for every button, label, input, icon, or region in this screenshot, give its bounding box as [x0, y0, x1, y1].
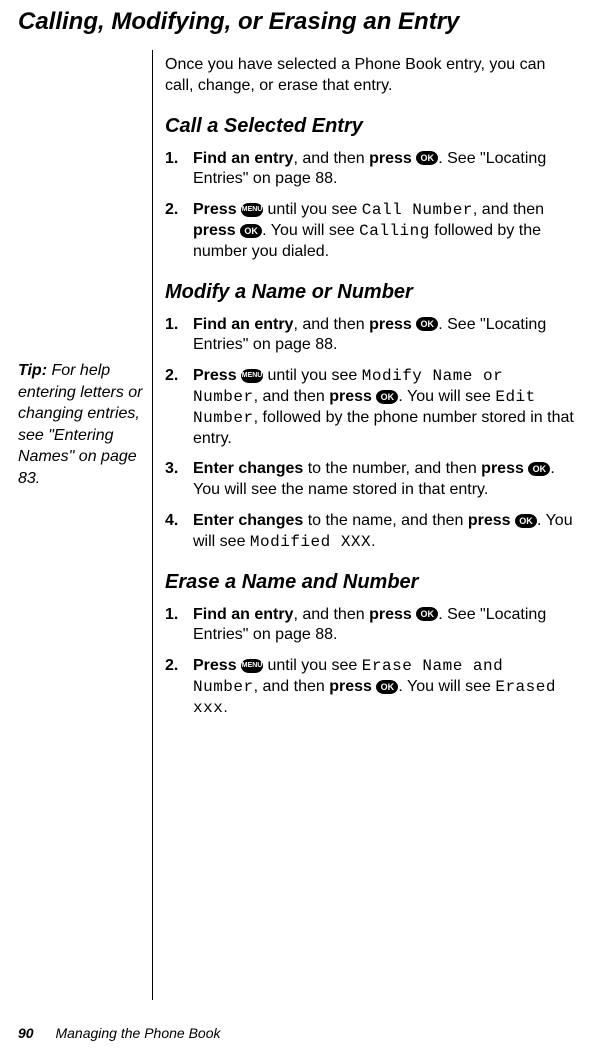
sections-container: Call a Selected EntryFind an entry, and … — [165, 113, 576, 719]
bold-text: press — [329, 678, 372, 695]
text-run: , and then — [293, 150, 369, 167]
text-run: , and then — [254, 678, 330, 695]
bold-text: Find an entry — [193, 150, 293, 167]
text-run: , and then — [293, 606, 369, 623]
bold-text: press — [468, 512, 511, 529]
chapter-name: Managing the Phone Book — [55, 1025, 220, 1041]
tip-text: For help entering letters or changing en… — [18, 362, 143, 487]
text-run: to the number, and then — [303, 460, 481, 477]
lcd-text: Calling — [359, 222, 430, 240]
text-run: , and then — [473, 201, 544, 218]
step-item: Enter changes to the name, and then pres… — [165, 511, 576, 553]
text-run: until you see — [263, 201, 362, 218]
page-number: 90 — [18, 1025, 34, 1041]
page-footer: 90 Managing the Phone Book — [18, 1025, 220, 1041]
ok-button-icon: OK — [528, 462, 550, 476]
section-heading: Erase a Name and Number — [165, 569, 576, 595]
text-run: . You will see — [398, 678, 495, 695]
bold-text: press — [329, 388, 372, 405]
section-heading: Call a Selected Entry — [165, 113, 576, 139]
menu-button-icon: MENU — [241, 659, 263, 673]
lcd-text: Modified XXX — [250, 533, 371, 551]
bold-text: Enter changes — [193, 512, 303, 529]
step-item: Press MENU until you see Erase Name and … — [165, 656, 576, 718]
text-run: . You will see — [262, 222, 359, 239]
steps-list: Find an entry, and then press OK. See "L… — [165, 605, 576, 719]
ok-button-icon: OK — [376, 680, 398, 694]
bold-text: press — [369, 606, 412, 623]
menu-button-icon: MENU — [241, 203, 263, 217]
menu-button-icon: MENU — [241, 369, 263, 383]
tip-label: Tip: — [18, 362, 47, 379]
step-item: Press MENU until you see Call Number, an… — [165, 200, 576, 262]
bold-text: Find an entry — [193, 316, 293, 333]
bold-text: Find an entry — [193, 606, 293, 623]
step-item: Find an entry, and then press OK. See "L… — [165, 149, 576, 191]
lcd-text: Call Number — [362, 201, 473, 219]
bold-text: Press — [193, 657, 237, 674]
step-item: Enter changes to the number, and then pr… — [165, 459, 576, 501]
ok-button-icon: OK — [416, 151, 438, 165]
step-item: Press MENU until you see Modify Name or … — [165, 366, 576, 449]
bold-text: Press — [193, 201, 237, 218]
bold-text: press — [193, 222, 236, 239]
ok-button-icon: OK — [416, 607, 438, 621]
section-heading: Modify a Name or Number — [165, 279, 576, 305]
page: Calling, Modifying, or Erasing an Entry … — [0, 0, 594, 1059]
text-run: until you see — [263, 657, 362, 674]
text-run: to the name, and then — [303, 512, 468, 529]
page-title: Calling, Modifying, or Erasing an Entry — [18, 8, 576, 36]
text-run: . — [371, 533, 375, 550]
text-run: . — [223, 699, 227, 716]
sidebar-tip: Tip: For help entering letters or changi… — [18, 360, 146, 490]
text-run: , and then — [254, 388, 330, 405]
vertical-divider — [152, 50, 153, 1000]
text-run: , and then — [293, 316, 369, 333]
ok-button-icon: OK — [376, 390, 398, 404]
text-run: until you see — [263, 367, 362, 384]
step-item: Find an entry, and then press OK. See "L… — [165, 315, 576, 357]
steps-list: Find an entry, and then press OK. See "L… — [165, 149, 576, 263]
intro-paragraph: Once you have selected a Phone Book entr… — [165, 55, 576, 97]
text-run: . You will see — [398, 388, 495, 405]
bold-text: press — [369, 150, 412, 167]
bold-text: Enter changes — [193, 460, 303, 477]
ok-button-icon: OK — [240, 224, 262, 238]
bold-text: press — [369, 316, 412, 333]
main-content: Once you have selected a Phone Book entr… — [165, 55, 576, 729]
ok-button-icon: OK — [515, 514, 537, 528]
steps-list: Find an entry, and then press OK. See "L… — [165, 315, 576, 553]
bold-text: Press — [193, 367, 237, 384]
ok-button-icon: OK — [416, 317, 438, 331]
bold-text: press — [481, 460, 524, 477]
step-item: Find an entry, and then press OK. See "L… — [165, 605, 576, 647]
